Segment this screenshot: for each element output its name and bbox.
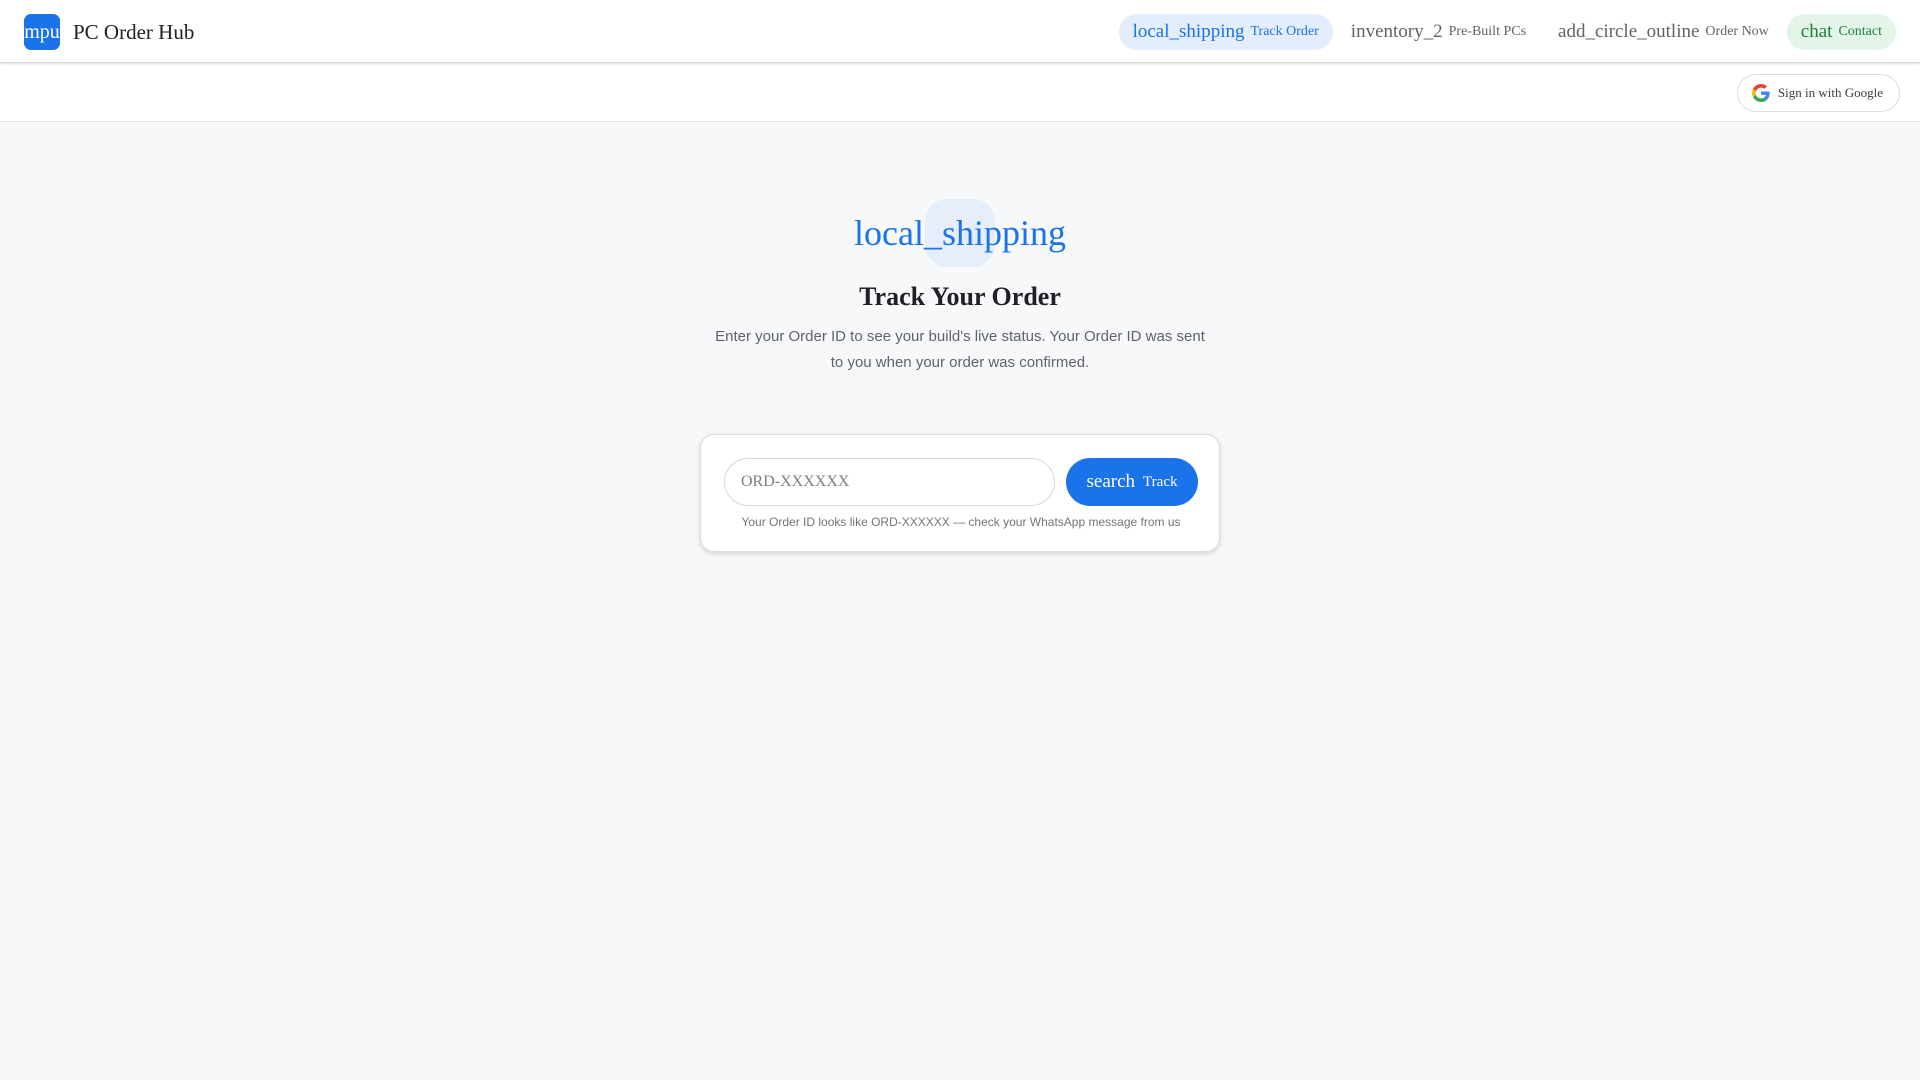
auth-bar: Sign in with Google bbox=[0, 63, 1920, 122]
order-id-hint: Your Order ID looks like ORD-XXXXXX — ch… bbox=[741, 515, 1181, 529]
top-nav-bar: mpu PC Order Hub local_shipping Track Or… bbox=[0, 0, 1920, 63]
nav-item-order-now[interactable]: add_circle_outline Order Now bbox=[1544, 14, 1783, 50]
nav-item-pre-built-pcs[interactable]: inventory_2 Pre-Built PCs bbox=[1337, 14, 1540, 50]
track-button-label: Track bbox=[1143, 473, 1178, 490]
nav-item-label: Track Order bbox=[1250, 24, 1319, 39]
local-shipping-icon: local_shipping bbox=[1132, 21, 1245, 42]
brand[interactable]: mpu PC Order Hub bbox=[24, 14, 194, 50]
track-order-card: search Track Your Order ID looks like OR… bbox=[700, 434, 1220, 552]
order-id-input[interactable] bbox=[724, 458, 1055, 506]
page-subtitle: Enter your Order ID to see your build's … bbox=[715, 328, 1205, 371]
brand-logo: mpu bbox=[24, 14, 60, 50]
nav-item-label: Order Now bbox=[1705, 24, 1769, 39]
nav-item-label: Pre-Built PCs bbox=[1448, 24, 1527, 39]
chat-icon: chat bbox=[1800, 21, 1833, 42]
nav-item-track-order[interactable]: local_shipping Track Order bbox=[1118, 14, 1333, 50]
brand-name: PC Order Hub bbox=[73, 19, 195, 44]
local-shipping-icon: local_shipping bbox=[854, 213, 1066, 253]
inventory-icon: inventory_2 bbox=[1350, 21, 1443, 42]
add-circle-icon: add_circle_outline bbox=[1558, 21, 1700, 42]
search-icon: search bbox=[1086, 471, 1136, 492]
nav-item-label: Contact bbox=[1838, 24, 1882, 39]
main-nav: local_shipping Track Order inventory_2 P… bbox=[1115, 14, 1896, 50]
hero-icon-container: local_shipping bbox=[0, 199, 1920, 267]
google-icon bbox=[1751, 84, 1770, 102]
nav-item-contact[interactable]: chat Contact bbox=[1786, 14, 1896, 50]
google-signin-button[interactable]: Sign in with Google bbox=[1736, 74, 1900, 112]
track-button[interactable]: search Track bbox=[1066, 458, 1198, 506]
google-signin-label: Sign in with Google bbox=[1777, 85, 1883, 100]
page-title: Track Your Order bbox=[859, 282, 1061, 311]
